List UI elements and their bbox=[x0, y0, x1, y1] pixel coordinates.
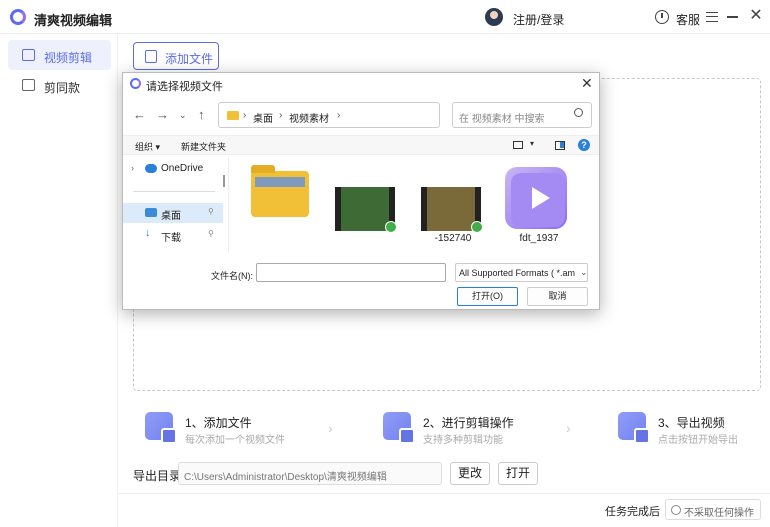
support-link[interactable]: 客服 bbox=[676, 11, 700, 28]
expand-chevron-icon[interactable]: › bbox=[131, 163, 134, 173]
file-item-folder[interactable] bbox=[241, 157, 321, 253]
on-complete-select[interactable]: 不采取任何操作 bbox=[665, 499, 761, 520]
filename-input[interactable] bbox=[256, 263, 446, 282]
support-icon[interactable] bbox=[655, 10, 669, 24]
chevron-right-icon: › bbox=[328, 420, 333, 436]
file-list: -152740 fdt_1937 bbox=[231, 157, 597, 253]
step-title: 2、进行剪辑操作 bbox=[423, 416, 514, 430]
file-item-video[interactable]: fdt_1937 bbox=[499, 157, 579, 253]
edit-list-icon bbox=[383, 412, 415, 444]
video-edit-icon bbox=[22, 49, 35, 61]
open-dir-button[interactable]: 打开 bbox=[498, 462, 538, 485]
title-bar: 清爽视频编辑 注册/登录 客服 ✕ bbox=[0, 0, 770, 34]
step-subtitle: 支持多种剪辑功能 bbox=[423, 435, 503, 446]
nav-item-label: 桌面 bbox=[161, 211, 181, 222]
folder-icon bbox=[227, 111, 239, 120]
file-name: -152740 bbox=[434, 233, 472, 244]
view-mode-icon[interactable] bbox=[513, 141, 523, 149]
breadcrumb-video-assets[interactable]: 视频素材 bbox=[289, 110, 329, 125]
cancel-button[interactable]: 取消 bbox=[527, 287, 588, 306]
pin-icon[interactable]: ⚲ bbox=[208, 207, 214, 216]
breadcrumb-desktop[interactable]: 桌面 bbox=[253, 110, 273, 125]
add-file-label: 添加文件 bbox=[165, 52, 214, 66]
minimize-button[interactable] bbox=[727, 16, 738, 18]
nav-item-label: 下载 bbox=[161, 233, 181, 244]
add-file-icon bbox=[145, 50, 157, 63]
login-link[interactable]: 注册/登录 bbox=[513, 11, 564, 28]
pin-icon[interactable]: ⚲ bbox=[208, 229, 214, 238]
step-edit: 2、进行剪辑操作 支持多种剪辑功能 bbox=[383, 410, 553, 450]
filetype-select[interactable]: All Supported Formats ( *.am bbox=[455, 263, 588, 282]
file-item-video[interactable] bbox=[327, 157, 407, 253]
organize-button[interactable]: 组织 ▾ bbox=[135, 140, 160, 153]
help-icon[interactable]: ? bbox=[578, 139, 590, 151]
view-dropdown-icon[interactable]: ▾ bbox=[530, 139, 534, 148]
step-title: 3、导出视频 bbox=[658, 416, 725, 430]
dialog-close-icon[interactable]: ✕ bbox=[581, 75, 593, 92]
up-arrow-icon[interactable]: ↑ bbox=[198, 107, 205, 122]
breadcrumb-separator-icon: › bbox=[243, 110, 247, 121]
change-dir-button[interactable]: 更改 bbox=[450, 462, 490, 485]
step-add-file: 1、添加文件 每次添加一个视频文件 bbox=[145, 410, 315, 450]
step-export: 3、导出视频 点击按钮开始导出 bbox=[618, 410, 758, 450]
step-title: 1、添加文件 bbox=[185, 416, 252, 430]
dialog-toolbar: 组织 ▾ 新建文件夹 ▾ ? bbox=[123, 135, 599, 155]
chevron-right-icon: › bbox=[566, 420, 571, 436]
dialog-title: 请选择视频文件 bbox=[146, 81, 223, 93]
breadcrumb-separator-icon: › bbox=[337, 110, 341, 121]
user-avatar-icon[interactable] bbox=[485, 8, 503, 26]
filetype-dropdown-icon[interactable]: ⌄ bbox=[580, 267, 588, 278]
nav-scrollbar[interactable] bbox=[223, 175, 225, 187]
file-name: fdt_1937 bbox=[519, 233, 559, 244]
sync-check-icon bbox=[385, 221, 397, 233]
sidebar-item-template[interactable]: 剪同款 bbox=[8, 70, 111, 100]
preview-pane-icon[interactable] bbox=[555, 141, 565, 150]
template-icon bbox=[22, 79, 35, 91]
close-button[interactable]: ✕ bbox=[748, 8, 764, 24]
on-complete-label: 任务完成后 bbox=[605, 506, 660, 518]
search-input[interactable]: 在 视频素材 中搜索 bbox=[452, 102, 592, 128]
app-title: 清爽视频编辑 bbox=[34, 13, 113, 28]
nav-item-label: OneDrive bbox=[161, 163, 204, 174]
recent-locations-chevron-icon[interactable]: ⌄ bbox=[179, 110, 187, 121]
nav-divider bbox=[133, 191, 215, 192]
search-placeholder: 在 视频素材 中搜索 bbox=[459, 114, 545, 125]
output-path-field[interactable]: C:\Users\Administrator\Desktop\清爽视频编辑 bbox=[178, 462, 442, 485]
sidebar-item-label: 视频剪辑 bbox=[44, 51, 93, 65]
nav-item-onedrive[interactable]: › OneDrive bbox=[123, 159, 223, 179]
sync-check-icon bbox=[471, 221, 483, 233]
download-icon: ↓ bbox=[145, 227, 151, 239]
back-arrow-icon[interactable]: ← bbox=[133, 107, 146, 122]
app-logo-icon bbox=[130, 78, 141, 89]
open-button[interactable]: 打开(O) bbox=[457, 287, 518, 306]
address-bar[interactable]: › 桌面 › 视频素材 › ⌄ ↻ bbox=[218, 102, 530, 128]
dialog-titlebar: 请选择视频文件 ✕ bbox=[123, 73, 599, 95]
folder-icon bbox=[251, 165, 309, 217]
breadcrumb-separator-icon: › bbox=[279, 110, 283, 121]
navigation-pane: › OneDrive 桌面 ⚲ ↓ 下载 ⚲ bbox=[123, 157, 229, 253]
nav-item-desktop[interactable]: 桌面 ⚲ bbox=[123, 203, 223, 223]
file-item-video[interactable]: -152740 bbox=[413, 157, 493, 253]
app-logo-icon bbox=[10, 9, 26, 25]
add-file-button[interactable]: 添加文件 bbox=[133, 42, 219, 70]
sidebar-item-label: 剪同款 bbox=[44, 81, 81, 95]
output-dir-label: 导出目录 bbox=[133, 469, 182, 483]
add-video-icon bbox=[145, 412, 177, 444]
forward-arrow-icon[interactable]: → bbox=[156, 107, 169, 122]
search-icon bbox=[574, 108, 583, 117]
step-subtitle: 点击按钮开始导出 bbox=[658, 435, 738, 446]
file-open-dialog: 请选择视频文件 ✕ ← → ⌄ ↑ › 桌面 › 视频素材 › ⌄ ↻ 在 视频… bbox=[122, 72, 600, 310]
menu-icon[interactable] bbox=[706, 12, 718, 22]
sidebar-item-video-edit[interactable]: 视频剪辑 bbox=[8, 40, 111, 70]
dialog-nav-row: ← → ⌄ ↑ › 桌面 › 视频素材 › ⌄ ↻ 在 视频素材 中搜索 bbox=[123, 101, 599, 129]
sidebar: 视频剪辑 剪同款 bbox=[0, 34, 118, 527]
filename-label: 文件名(N): bbox=[211, 271, 253, 281]
step-subtitle: 每次添加一个视频文件 bbox=[185, 435, 285, 446]
new-folder-button[interactable]: 新建文件夹 bbox=[181, 140, 226, 153]
nav-item-downloads[interactable]: ↓ 下载 ⚲ bbox=[123, 225, 223, 245]
desktop-icon bbox=[145, 208, 157, 217]
video-app-icon bbox=[505, 167, 567, 229]
export-video-icon bbox=[618, 412, 650, 444]
cloud-icon bbox=[145, 164, 157, 173]
